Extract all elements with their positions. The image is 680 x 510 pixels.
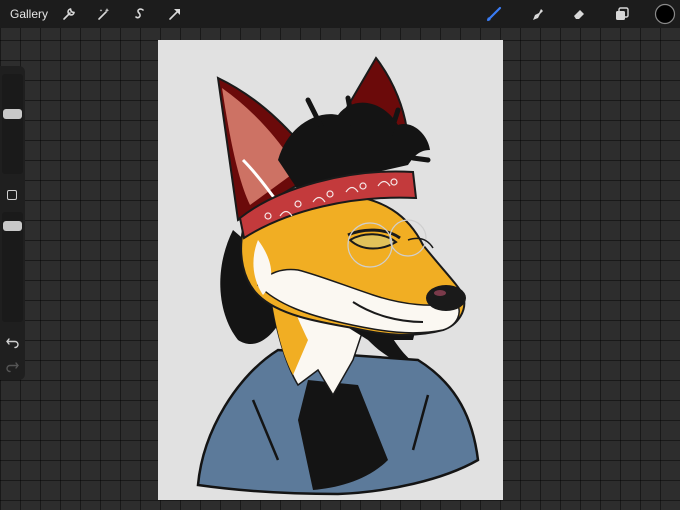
- modify-button[interactable]: [7, 190, 17, 200]
- eraser-icon[interactable]: [569, 4, 589, 24]
- selection-s-icon[interactable]: [130, 4, 150, 24]
- actions-wrench-icon[interactable]: [59, 4, 79, 24]
- brush-size-thumb[interactable]: [3, 109, 22, 119]
- drawing-canvas[interactable]: [158, 40, 503, 500]
- brush-icon[interactable]: [484, 4, 504, 24]
- left-sidebar: [0, 66, 25, 380]
- gallery-button[interactable]: Gallery: [10, 6, 48, 22]
- transform-arrow-icon[interactable]: [165, 4, 185, 24]
- adjustments-wand-icon[interactable]: [94, 4, 114, 24]
- color-swatch[interactable]: [654, 3, 676, 25]
- canvas-workspace: Gallery: [0, 0, 680, 510]
- smudge-icon[interactable]: [527, 4, 547, 24]
- top-toolbar: Gallery: [0, 0, 680, 28]
- redo-icon[interactable]: [5, 358, 20, 373]
- layers-icon[interactable]: [612, 4, 632, 24]
- opacity-thumb[interactable]: [3, 221, 22, 231]
- fox-artwork: [196, 56, 480, 496]
- brush-size-slider[interactable]: [2, 74, 23, 174]
- undo-icon[interactable]: [5, 334, 20, 349]
